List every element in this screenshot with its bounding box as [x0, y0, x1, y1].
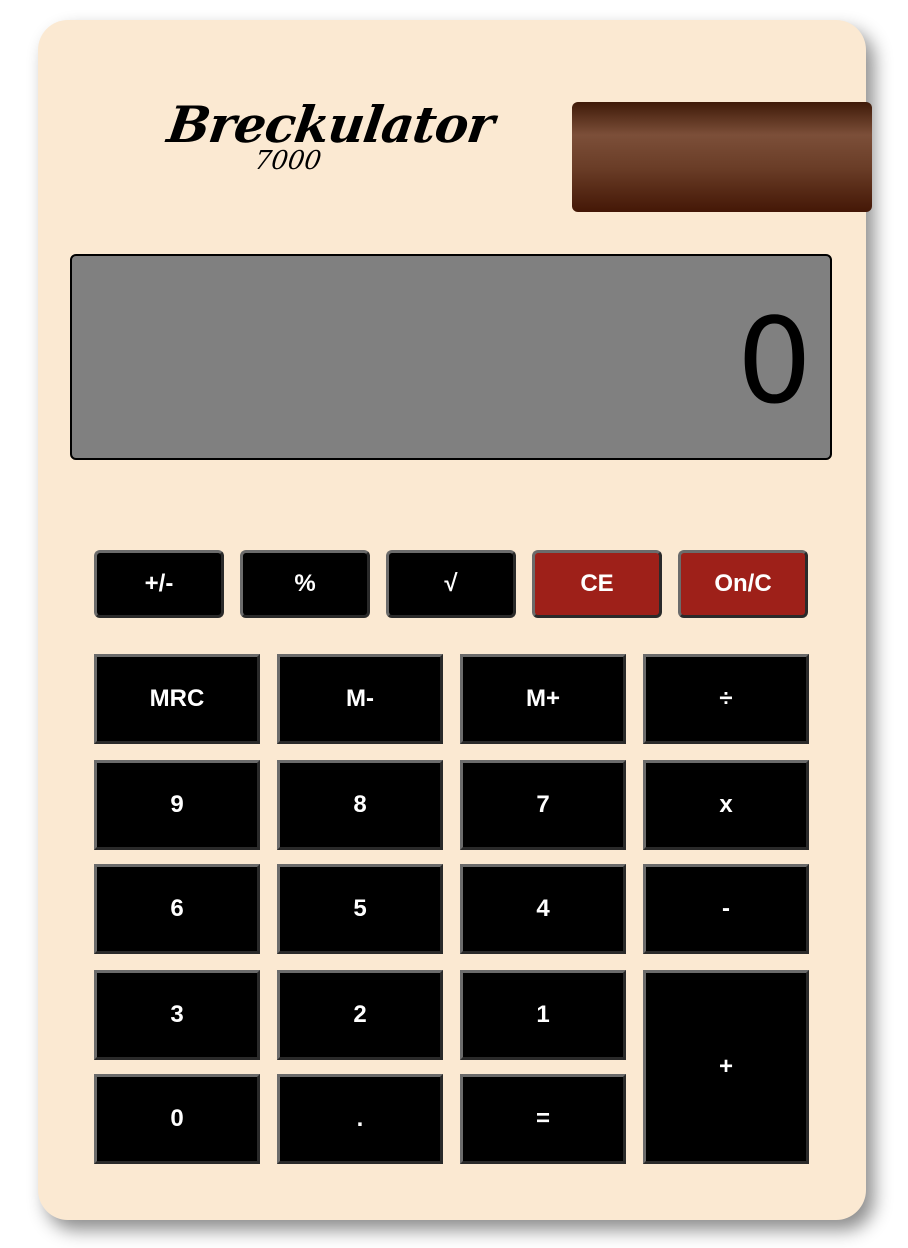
digit-2-button[interactable]: 2: [277, 970, 443, 1060]
digit-5-button[interactable]: 5: [277, 864, 443, 954]
add-button[interactable]: +: [643, 970, 809, 1164]
negate-button[interactable]: +/-: [94, 550, 224, 618]
digit-9-button[interactable]: 9: [94, 760, 260, 850]
digit-7-button[interactable]: 7: [460, 760, 626, 850]
display-screen: 0: [70, 254, 832, 460]
equals-button[interactable]: =: [460, 1074, 626, 1164]
digit-0-button[interactable]: 0: [94, 1074, 260, 1164]
memory-minus-button[interactable]: M-: [277, 654, 443, 744]
clear-entry-button[interactable]: CE: [532, 550, 662, 618]
digit-4-button[interactable]: 4: [460, 864, 626, 954]
multiply-button[interactable]: x: [643, 760, 809, 850]
digit-8-button[interactable]: 8: [277, 760, 443, 850]
solar-panel: [572, 102, 872, 212]
on-clear-button[interactable]: On/C: [678, 550, 808, 618]
memory-recall-clear-button[interactable]: MRC: [94, 654, 260, 744]
subtract-button[interactable]: -: [643, 864, 809, 954]
digit-3-button[interactable]: 3: [94, 970, 260, 1060]
brand-logo: Breckulator 7000: [164, 95, 497, 176]
percent-button[interactable]: %: [240, 550, 370, 618]
memory-plus-button[interactable]: M+: [460, 654, 626, 744]
digit-6-button[interactable]: 6: [94, 864, 260, 954]
divide-button[interactable]: ÷: [643, 654, 809, 744]
decimal-button[interactable]: .: [277, 1074, 443, 1164]
brand-model: 7000: [252, 146, 324, 176]
square-root-button[interactable]: √: [386, 550, 516, 618]
display-value: 0: [736, 292, 812, 430]
digit-1-button[interactable]: 1: [460, 970, 626, 1060]
brand-name: Breckulator: [163, 95, 498, 154]
